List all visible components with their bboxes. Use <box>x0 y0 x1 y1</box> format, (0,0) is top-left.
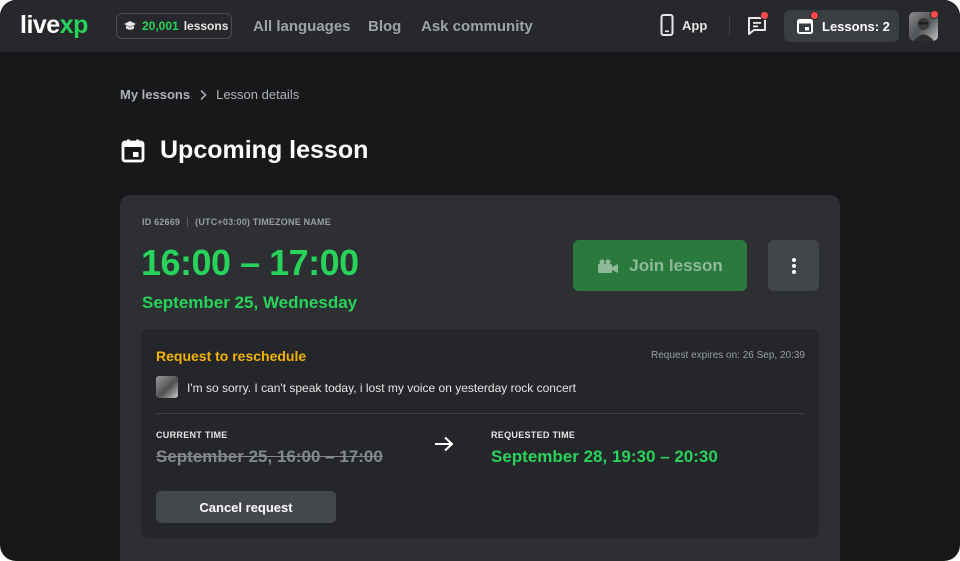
student-avatar <box>156 376 178 398</box>
lesson-time-range: 16:00 – 17:00 <box>141 242 359 283</box>
reschedule-request-panel: Request to reschedule Request expires on… <box>141 329 819 538</box>
cancel-request-button[interactable]: Cancel request <box>156 491 336 523</box>
logo[interactable]: livexp <box>20 12 88 38</box>
request-divider <box>156 413 804 414</box>
app-button[interactable]: App <box>660 14 707 36</box>
requested-time-value: September 28, 19:30 – 20:30 <box>491 447 718 466</box>
breadcrumb: My lessons Lesson details <box>120 87 299 102</box>
logo-accent: xp <box>59 11 89 39</box>
lessons-count: 20,001 <box>142 19 179 33</box>
lesson-date: September 25, Wednesday <box>142 293 358 312</box>
page-title: Upcoming lesson <box>160 136 369 164</box>
calendar-icon <box>121 139 145 162</box>
top-navigation: livexp 20,001 lessons All languages Blog… <box>0 0 960 52</box>
video-camera-icon <box>598 258 619 273</box>
breadcrumb-my-lessons[interactable]: My lessons <box>120 87 190 102</box>
app-window: livexp 20,001 lessons All languages Blog… <box>0 0 960 561</box>
lessons-notification-dot <box>810 11 819 20</box>
lesson-timezone: (UTC+03:00) TIMEZONE NAME <box>195 217 331 227</box>
page-header: Upcoming lesson <box>120 136 368 165</box>
breadcrumb-lesson-details: Lesson details <box>216 87 300 102</box>
lessons-word: lessons <box>183 19 229 33</box>
app-label: App <box>682 17 708 33</box>
phone-icon <box>660 14 674 36</box>
messages-button[interactable] <box>746 11 769 37</box>
lesson-id: ID 62669 <box>142 217 181 227</box>
messages-notification-dot <box>760 11 769 20</box>
join-lesson-label: Join lesson <box>629 255 723 275</box>
nav-all-languages[interactable]: All languages <box>253 18 351 35</box>
avatar-notification-dot <box>930 10 939 19</box>
nav-divider <box>729 16 730 36</box>
more-vertical-icon <box>791 257 796 274</box>
chevron-right-icon <box>200 89 207 100</box>
lesson-card: ID 62669 (UTC+03:00) TIMEZONE NAME 16:00… <box>120 195 840 561</box>
lessons-count-badge[interactable]: 20,001 lessons <box>116 13 232 39</box>
logo-main: live <box>20 11 60 39</box>
lessons-button-label: Lessons: 2 <box>822 18 890 34</box>
calendar-icon <box>797 19 813 34</box>
nav-ask-community[interactable]: Ask community <box>421 18 533 35</box>
join-lesson-button[interactable]: Join lesson <box>573 240 747 291</box>
current-time-label: CURRENT TIME <box>156 430 228 440</box>
more-options-button[interactable] <box>768 240 819 291</box>
current-time-value: September 25, 16:00 – 17:00 <box>156 447 383 466</box>
request-expires: Request expires on: 26 Sep, 20:39 <box>651 350 805 361</box>
graduation-cap-icon <box>124 21 136 30</box>
cancel-request-label: Cancel request <box>199 499 293 515</box>
arrow-right-icon <box>435 436 454 452</box>
lesson-meta: ID 62669 (UTC+03:00) TIMEZONE NAME <box>142 217 331 227</box>
lessons-button[interactable]: Lessons: 2 <box>784 10 899 42</box>
meta-divider <box>187 217 189 227</box>
requested-time-label: REQUESTED TIME <box>491 430 576 440</box>
request-message: I'm so sorry. I can't speak today, i los… <box>187 381 576 395</box>
nav-blog[interactable]: Blog <box>368 18 401 35</box>
request-title: Request to reschedule <box>156 348 307 364</box>
